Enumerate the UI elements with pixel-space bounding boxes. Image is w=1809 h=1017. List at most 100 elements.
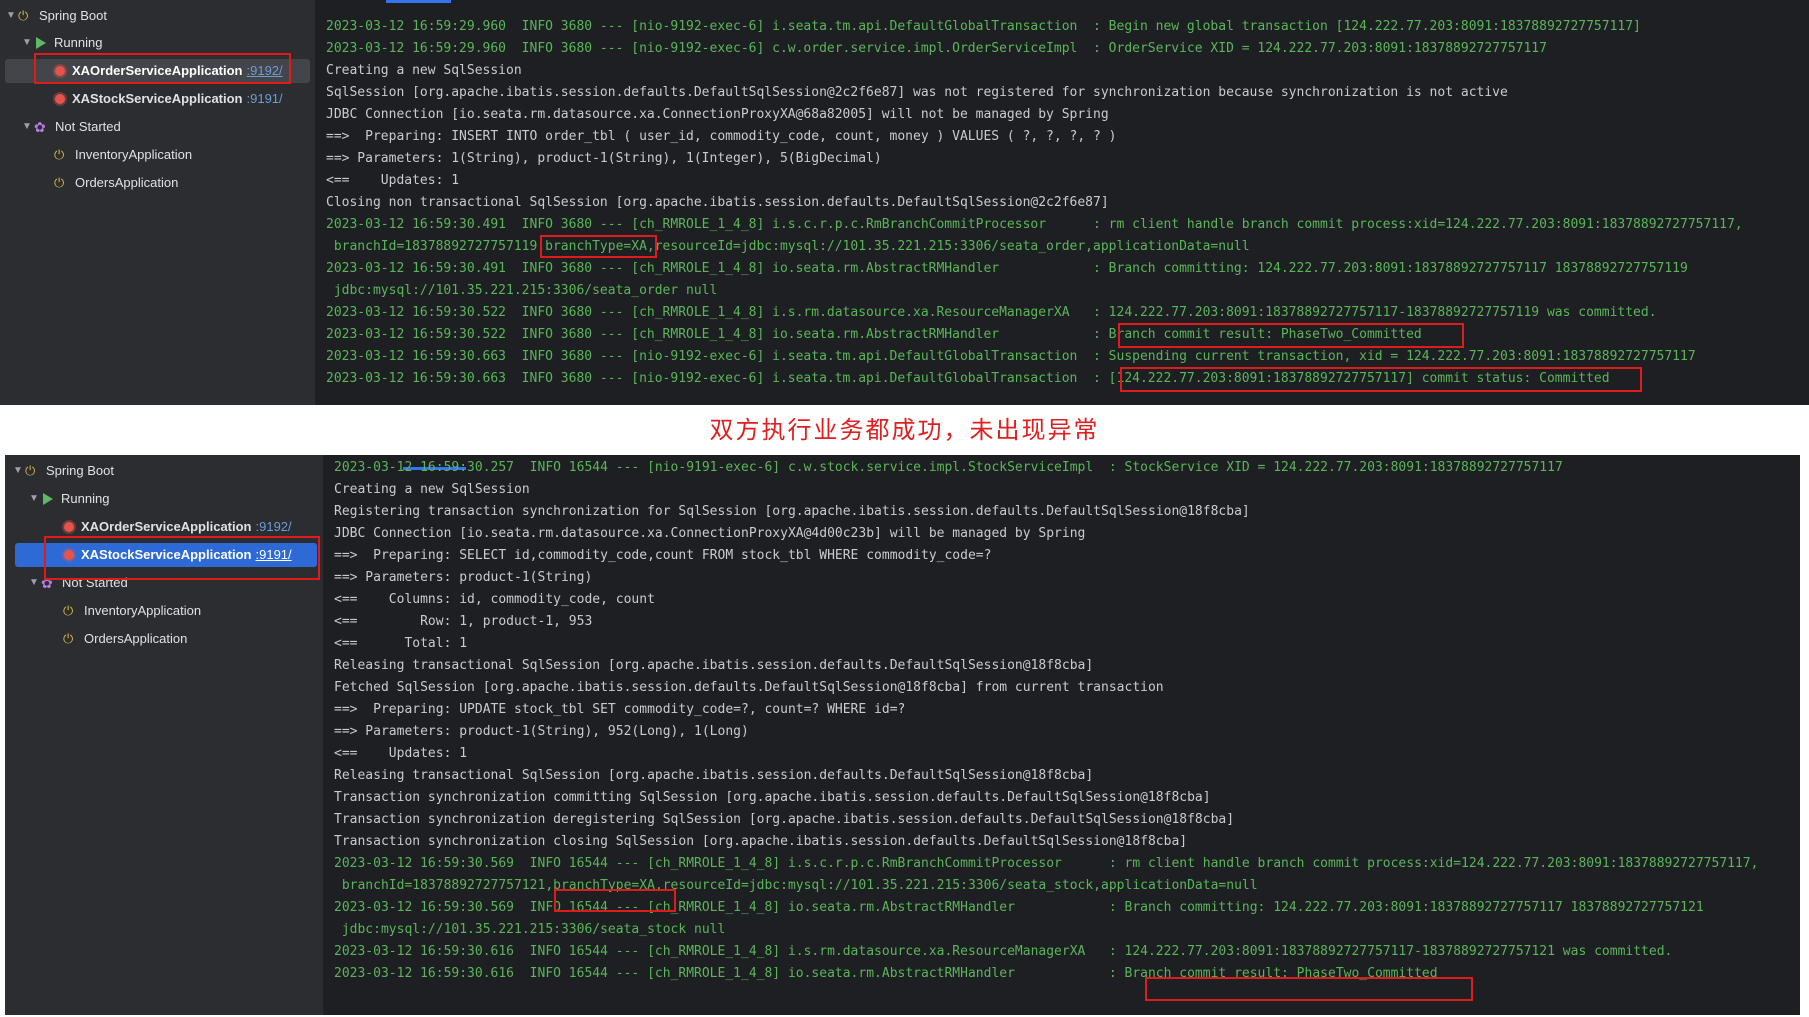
log-line: jdbc:mysql://101.35.221.215:3306/seata_o…: [326, 283, 718, 298]
tree-node-running[interactable]: ▼ Running: [27, 487, 109, 511]
log-line: <== Columns: id, commodity_code, count: [334, 592, 655, 607]
caption: 双方执行业务都成功，未出现异常: [709, 416, 1100, 444]
power-icon: ⏻: [25, 463, 36, 478]
chevron-down-icon[interactable]: ▼: [27, 487, 41, 511]
app-name: OrdersApplication: [75, 175, 179, 190]
log-line: 2023-03-12 16:59:30.569 INFO 16544 --- […: [334, 900, 1704, 915]
log-line: 2023-03-12 16:59:30.616 INFO 16544 --- […: [334, 944, 1673, 959]
port-link[interactable]: :9191/: [247, 87, 283, 111]
tree-item-inventory[interactable]: ⏻ InventoryApplication: [54, 143, 192, 167]
log-line: 2023-03-12 16:59:29.960 INFO 3680 --- [n…: [326, 41, 1547, 56]
tree-node-not-started[interactable]: ▼ ✿ Not Started: [27, 571, 128, 595]
console-output[interactable]: 2023-03-12 16:59:30.257 INFO 16544 --- […: [324, 455, 1800, 1015]
run-icon: [36, 37, 46, 49]
log-line: Releasing transactional SqlSession [org.…: [334, 768, 1094, 783]
log-line: 2023-03-12 16:59:30.663 INFO 3680 --- [n…: [326, 371, 1610, 386]
tree-item-orders[interactable]: ⏻ OrdersApplication: [63, 627, 187, 651]
debug-icon: [55, 66, 65, 76]
chevron-down-icon[interactable]: ▼: [27, 571, 41, 595]
log-line: ==> Parameters: 1(String), product-1(Str…: [326, 151, 882, 166]
console-output[interactable]: 2023-03-12 16:59:29.960 INFO 3680 --- [n…: [316, 0, 1809, 405]
tree-label-spring-boot: Spring Boot: [39, 8, 107, 23]
app-name: InventoryApplication: [75, 147, 193, 162]
gear-icon: ✿: [41, 575, 53, 591]
log-line: 2023-03-12 16:59:29.960 INFO 3680 --- [n…: [326, 19, 1641, 34]
chevron-down-icon[interactable]: ▼: [4, 4, 18, 28]
tree-item-xastock[interactable]: XAStockServiceApplication :9191/: [61, 543, 292, 567]
log-line: Creating a new SqlSession: [326, 63, 522, 78]
services-tree: ▼ ⏻ Spring Boot ▼ Running XAOrderService…: [5, 455, 323, 1015]
chevron-down-icon[interactable]: ▼: [20, 115, 34, 139]
log-line: ==> Parameters: product-1(String): [334, 570, 593, 585]
log-line: Transaction synchronization deregisterin…: [334, 812, 1235, 827]
debug-icon: [64, 550, 74, 560]
log-line: branchId=18378892727757119,branchType=XA…: [326, 239, 1250, 254]
power-icon: ⏻: [63, 603, 74, 618]
app-name: OrdersApplication: [84, 631, 188, 646]
log-line: ==> Preparing: SELECT id,commodity_code,…: [334, 548, 992, 563]
chevron-down-icon[interactable]: ▼: [11, 459, 25, 483]
log-line: 2023-03-12 16:59:30.257 INFO 16544 --- […: [334, 460, 1563, 475]
services-tree: ▼ ⏻ Spring Boot ▼ Running XAOrderService…: [0, 0, 315, 405]
tree-item-inventory[interactable]: ⏻ InventoryApplication: [63, 599, 201, 623]
tree-item-xaorder[interactable]: XAOrderServiceApplication :9192/: [61, 515, 292, 539]
app-name: XAStockServiceApplication: [81, 547, 252, 562]
power-icon: ⏻: [54, 175, 65, 190]
log-line: SqlSession [org.apache.ibatis.session.de…: [326, 85, 1508, 100]
tree-label-not-started: Not Started: [55, 119, 121, 134]
log-line: jdbc:mysql://101.35.221.215:3306/seata_s…: [334, 922, 726, 937]
app-name: XAOrderServiceApplication: [72, 63, 243, 78]
tree-label-spring-boot: Spring Boot: [46, 463, 114, 478]
port-link[interactable]: :9192/: [256, 515, 292, 539]
power-icon: ⏻: [54, 147, 65, 162]
bottom-ide-panel: ▼ ⏻ Spring Boot ▼ Running XAOrderService…: [5, 455, 1800, 1015]
debug-icon: [64, 522, 74, 532]
log-line: <== Updates: 1: [326, 173, 460, 188]
log-line: 2023-03-12 16:59:30.616 INFO 16544 --- […: [334, 966, 1438, 981]
log-line: JDBC Connection [io.seata.rm.datasource.…: [334, 526, 1086, 541]
log-line: 2023-03-12 16:59:30.522 INFO 3680 --- [c…: [326, 327, 1422, 342]
log-line: 2023-03-12 16:59:30.569 INFO 16544 --- […: [334, 856, 1759, 871]
log-line: ==> Preparing: INSERT INTO order_tbl ( u…: [326, 129, 1117, 144]
log-line: Creating a new SqlSession: [334, 482, 530, 497]
top-ide-panel: ▼ ⏻ Spring Boot ▼ Running XAOrderService…: [0, 0, 1809, 405]
app-name: XAStockServiceApplication: [72, 91, 243, 106]
log-line: 2023-03-12 16:59:30.663 INFO 3680 --- [n…: [326, 349, 1696, 364]
tree-item-orders[interactable]: ⏻ OrdersApplication: [54, 171, 178, 195]
log-line: 2023-03-12 16:59:30.491 INFO 3680 --- [c…: [326, 217, 1743, 232]
log-line: ==> Preparing: UPDATE stock_tbl SET comm…: [334, 702, 906, 717]
power-icon: ⏻: [63, 631, 74, 646]
tree-node-spring-boot[interactable]: ▼ ⏻ Spring Boot: [11, 459, 114, 483]
log-line: branchId=18378892727757121,branchType=XA…: [334, 878, 1258, 893]
log-line: <== Row: 1, product-1, 953: [334, 614, 593, 629]
chevron-down-icon[interactable]: ▼: [20, 31, 34, 55]
tree-label-running: Running: [54, 35, 103, 50]
tree-label-running: Running: [61, 491, 110, 506]
log-line: 2023-03-12 16:59:30.522 INFO 3680 --- [c…: [326, 305, 1657, 320]
console-tab-indicator: [386, 0, 451, 3]
log-line: Fetched SqlSession [org.apache.ibatis.se…: [334, 680, 1164, 695]
log-line: <== Updates: 1: [334, 746, 468, 761]
log-line: Transaction synchronization closing SqlS…: [334, 834, 1188, 849]
tree-node-not-started[interactable]: ▼ ✿ Not Started: [20, 115, 121, 139]
app-name: XAOrderServiceApplication: [81, 519, 252, 534]
log-line: 2023-03-12 16:59:30.491 INFO 3680 --- [c…: [326, 261, 1688, 276]
tree-item-xaorder[interactable]: XAOrderServiceApplication :9192/: [52, 59, 283, 83]
log-line: Transaction synchronization committing S…: [334, 790, 1211, 805]
port-link[interactable]: :9192/: [247, 59, 283, 83]
power-icon: ⏻: [18, 8, 29, 23]
log-line: Closing non transactional SqlSession [or…: [326, 195, 1109, 210]
app-name: InventoryApplication: [84, 603, 202, 618]
log-line: Registering transaction synchronization …: [334, 504, 1250, 519]
log-line: JDBC Connection [io.seata.rm.datasource.…: [326, 107, 1109, 122]
tree-item-xastock[interactable]: XAStockServiceApplication :9191/: [52, 87, 283, 111]
gear-icon: ✿: [34, 119, 46, 135]
tree-node-running[interactable]: ▼ Running: [20, 31, 102, 55]
tree-node-spring-boot[interactable]: ▼ ⏻ Spring Boot: [4, 4, 107, 28]
tree-label-not-started: Not Started: [62, 575, 128, 590]
log-line: ==> Parameters: product-1(String), 952(L…: [334, 724, 749, 739]
debug-icon: [55, 94, 65, 104]
run-icon: [43, 493, 53, 505]
port-link[interactable]: :9191/: [256, 543, 292, 567]
log-line: <== Total: 1: [334, 636, 468, 651]
